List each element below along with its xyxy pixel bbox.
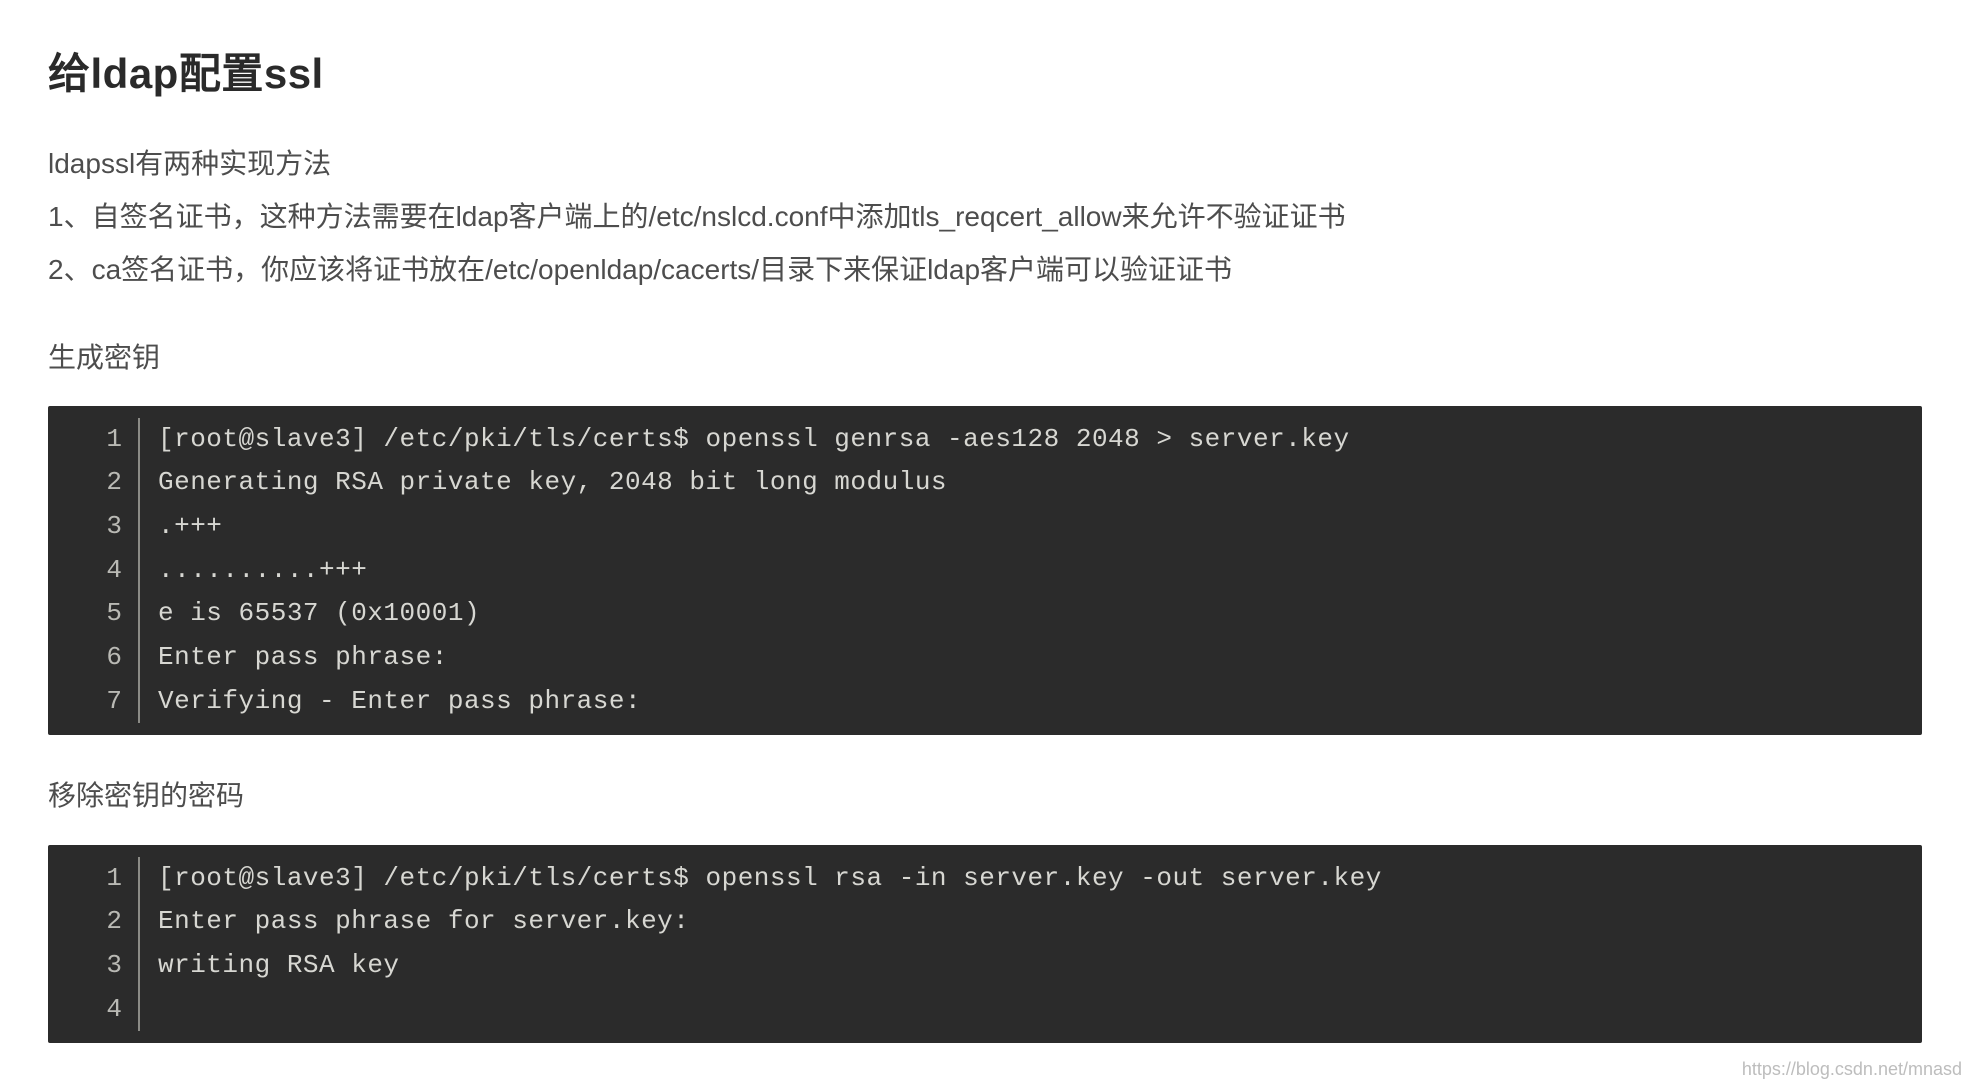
article-body: 给ldap配置ssl ldapssl有两种实现方法 1、自签名证书，这种方法需要… bbox=[0, 0, 1970, 1053]
line-number: 7 bbox=[48, 680, 138, 724]
code-line: 4 bbox=[48, 988, 1922, 1032]
code-line: 3writing RSA key bbox=[48, 944, 1922, 988]
line-number: 4 bbox=[48, 988, 138, 1032]
code-line: 2Generating RSA private key, 2048 bit lo… bbox=[48, 461, 1922, 505]
code-line: 3.+++ bbox=[48, 505, 1922, 549]
code-text: writing RSA key bbox=[140, 944, 400, 988]
code-text bbox=[140, 988, 174, 1032]
code-line: 2Enter pass phrase for server.key: bbox=[48, 900, 1922, 944]
intro-text: ldapssl有两种实现方法 bbox=[48, 137, 1922, 190]
code-text: ..........+++ bbox=[140, 549, 367, 593]
code-text: Generating RSA private key, 2048 bit lon… bbox=[140, 461, 947, 505]
code-text: Enter pass phrase for server.key: bbox=[140, 900, 689, 944]
watermark-text: https://blog.csdn.net/mnasd bbox=[1742, 1059, 1962, 1080]
code-text: e is 65537 (0x10001) bbox=[140, 592, 480, 636]
line-number: 3 bbox=[48, 944, 138, 988]
code-text: Enter pass phrase: bbox=[140, 636, 448, 680]
line-number: 1 bbox=[48, 418, 138, 462]
gen-key-label: 生成密钥 bbox=[48, 331, 1922, 384]
line-number: 5 bbox=[48, 592, 138, 636]
code-text: .+++ bbox=[140, 505, 222, 549]
line-number: 4 bbox=[48, 549, 138, 593]
code-text: Verifying - Enter pass phrase: bbox=[140, 680, 641, 724]
code-line: 4..........+++ bbox=[48, 549, 1922, 593]
code-block-remove-pw[interactable]: 1[root@slave3] /etc/pki/tls/certs$ opens… bbox=[48, 845, 1922, 1044]
line-number: 3 bbox=[48, 505, 138, 549]
code-line: 1[root@slave3] /etc/pki/tls/certs$ opens… bbox=[48, 857, 1922, 901]
line-number: 1 bbox=[48, 857, 138, 901]
line-number: 2 bbox=[48, 461, 138, 505]
code-line: 7Verifying - Enter pass phrase: bbox=[48, 680, 1922, 724]
method-2-text: 2、ca签名证书，你应该将证书放在/etc/openldap/cacerts/目… bbox=[48, 243, 1922, 296]
code-line: 1[root@slave3] /etc/pki/tls/certs$ opens… bbox=[48, 418, 1922, 462]
line-number: 6 bbox=[48, 636, 138, 680]
code-line: 6Enter pass phrase: bbox=[48, 636, 1922, 680]
method-1-text: 1、自签名证书，这种方法需要在ldap客户端上的/etc/nslcd.conf中… bbox=[48, 190, 1922, 243]
line-number: 2 bbox=[48, 900, 138, 944]
code-text: [root@slave3] /etc/pki/tls/certs$ openss… bbox=[140, 857, 1382, 901]
code-line: 5e is 65537 (0x10001) bbox=[48, 592, 1922, 636]
section-heading: 给ldap配置ssl bbox=[48, 40, 1922, 101]
code-block-gen-key[interactable]: 1[root@slave3] /etc/pki/tls/certs$ opens… bbox=[48, 406, 1922, 736]
remove-pw-label: 移除密钥的密码 bbox=[48, 769, 1922, 822]
code-text: [root@slave3] /etc/pki/tls/certs$ openss… bbox=[140, 418, 1350, 462]
